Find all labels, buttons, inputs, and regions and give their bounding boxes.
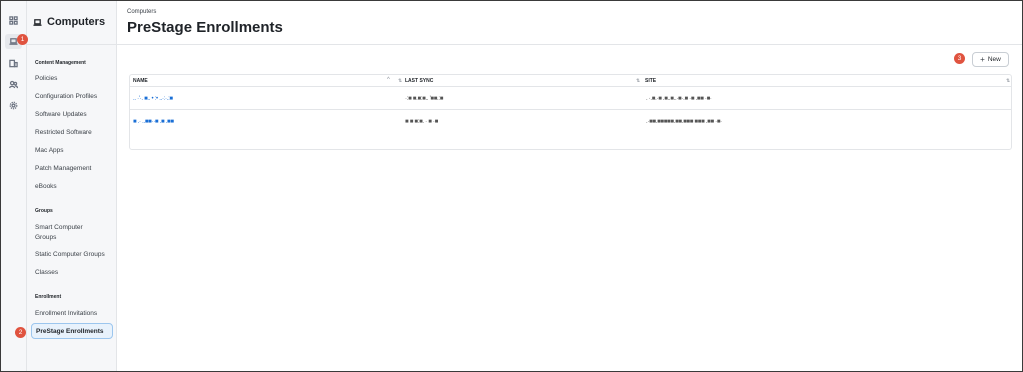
sidebar-item-prestage-enrollments[interactable]: PreStage Enrollments <box>31 323 113 339</box>
row-site: .·■■.■■■■■.■■.■■■ ■■■ .■■ ·■· <box>646 119 722 125</box>
sort-icon[interactable]: ⇅ <box>398 78 402 84</box>
computer-icon <box>33 18 42 26</box>
icon-rail <box>1 1 27 371</box>
new-button[interactable]: + New <box>972 52 1009 67</box>
sidebar-item-mac-apps[interactable]: Mac Apps <box>35 146 113 156</box>
dashboard-icon[interactable] <box>5 13 22 28</box>
row-name-link[interactable]: .. ·'·. ■.. • :• ..·:·.:■ <box>133 96 173 102</box>
sidebar-item-policies[interactable]: Policies <box>35 74 113 84</box>
step-marker-1: 1 <box>17 34 28 45</box>
row-site: . ·.■.·■ .■..■..·■·.■ ·■ .■■ ·■· <box>646 96 712 102</box>
sidebar-item-classes[interactable]: Classes <box>35 268 113 278</box>
users-icon[interactable] <box>5 77 22 92</box>
app-window: Computers Content Management Policies Co… <box>0 0 1023 372</box>
column-header-site[interactable]: SITE <box>645 78 656 84</box>
column-header-last-sync[interactable]: LAST SYNC <box>405 78 433 84</box>
sort-icon[interactable]: ⇅ <box>1006 78 1010 84</box>
step-marker-2: 2 <box>15 327 26 338</box>
column-header-name[interactable]: NAME <box>133 78 148 84</box>
sidebar-item-static-computer-groups[interactable]: Static Computer Groups <box>35 250 113 260</box>
sort-icon[interactable]: ⇅ <box>636 78 640 84</box>
sidebar: Computers Content Management Policies Co… <box>27 1 117 371</box>
sidebar-item-enrollment-invitations[interactable]: Enrollment Invitations <box>35 309 113 319</box>
table-row[interactable]: .. ·'·. ■.. • :• ..·:·.:■ ·:■ ■.■:■.. '■… <box>130 92 1011 110</box>
devices-icon[interactable] <box>5 56 22 71</box>
divider <box>117 44 1022 45</box>
table-header: NAME ^ ⇅ LAST SYNC ⇅ SITE ⇅ <box>130 75 1011 87</box>
sidebar-item-software-updates[interactable]: Software Updates <box>35 110 113 120</box>
sidebar-item-smart-computer-groups[interactable]: Smart Computer Groups <box>35 223 105 243</box>
step-marker-3: 3 <box>954 53 965 64</box>
sidebar-title-label: Computers <box>47 16 106 28</box>
sidebar-item-patch-management[interactable]: Patch Management <box>35 164 113 174</box>
prestage-table: NAME ^ ⇅ LAST SYNC ⇅ SITE ⇅ .. ·'·. ■.. … <box>129 74 1012 150</box>
sidebar-item-configuration-profiles[interactable]: Configuration Profiles <box>35 92 113 102</box>
sort-ascending-icon[interactable]: ^ <box>387 77 390 83</box>
section-heading-groups: Groups <box>35 208 53 214</box>
sidebar-title: Computers <box>33 16 105 28</box>
breadcrumb[interactable]: Computers <box>127 9 156 15</box>
plus-icon: + <box>980 54 985 64</box>
table-row[interactable]: ■ .· ..■■··■ .■ .■■ ■ ■ ■:■. · ■ ·■ .·■■… <box>130 115 1011 133</box>
row-last-sync: ■ ■ ■:■. · ■ ·■ <box>405 119 438 125</box>
row-name-link[interactable]: ■ .· ..■■··■ .■ .■■ <box>133 119 174 125</box>
divider <box>27 44 117 45</box>
sidebar-item-ebooks[interactable]: eBooks <box>35 182 113 192</box>
main-content: Computers PreStage Enrollments + New NAM… <box>117 1 1022 371</box>
new-button-label: New <box>987 56 1001 63</box>
section-heading-content-management: Content Management <box>35 60 86 66</box>
row-last-sync: ·:■ ■.■:■.. '■■.:■ <box>405 96 444 102</box>
page-title: PreStage Enrollments <box>127 19 283 36</box>
sidebar-item-restricted-software[interactable]: Restricted Software <box>35 128 113 138</box>
settings-icon[interactable] <box>5 98 22 113</box>
section-heading-enrollment: Enrollment <box>35 294 62 300</box>
